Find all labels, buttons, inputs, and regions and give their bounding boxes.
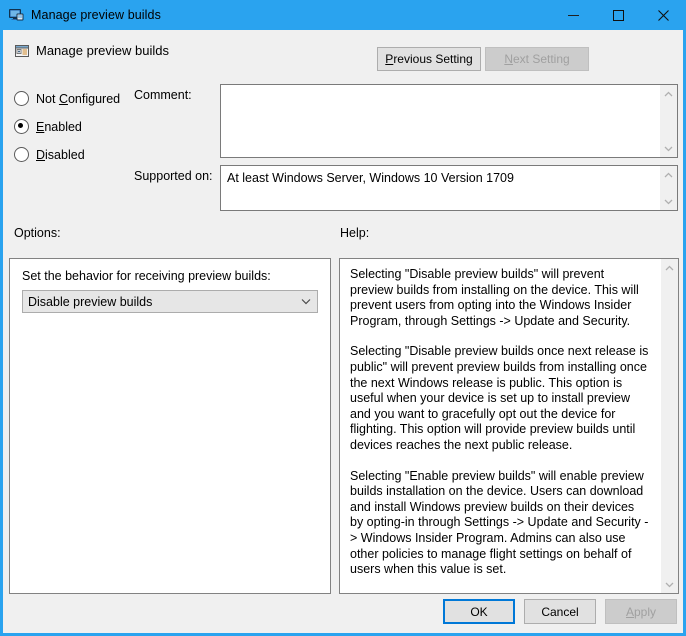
comment-scrollbar[interactable] (659, 85, 677, 157)
previous-setting-button[interactable]: Previous Setting (377, 47, 481, 71)
comment-label: Comment: (134, 88, 192, 102)
ok-button[interactable]: OK (443, 599, 515, 624)
next-setting-button[interactable]: Next Setting (485, 47, 589, 71)
manage-preview-builds-dialog: Manage preview builds Manage preview bui… (0, 0, 686, 636)
behavior-dropdown-value: Disable preview builds (28, 294, 153, 309)
radio-enabled-indicator (14, 119, 29, 134)
maximize-button[interactable] (596, 0, 641, 30)
scroll-up-icon[interactable] (664, 85, 673, 102)
maximize-icon (613, 9, 624, 21)
cancel-button[interactable]: Cancel (524, 599, 596, 624)
options-panel: Set the behavior for receiving preview b… (9, 258, 331, 594)
radio-disabled-label: Disabled (36, 147, 85, 162)
supported-on-value: At least Windows Server, Windows 10 Vers… (227, 171, 514, 185)
close-button[interactable] (641, 0, 683, 30)
scroll-up-icon[interactable] (665, 259, 674, 276)
title-bar[interactable]: Manage preview builds (3, 0, 683, 30)
scroll-up-icon[interactable] (664, 166, 673, 183)
scroll-down-icon[interactable] (664, 193, 673, 210)
next-setting-label: Next Setting (504, 52, 570, 66)
help-scrollbar[interactable] (660, 259, 678, 593)
behavior-dropdown[interactable]: Disable preview builds (22, 290, 318, 313)
behavior-setting-label: Set the behavior for receiving preview b… (22, 269, 271, 283)
comment-value[interactable] (221, 85, 659, 157)
previous-setting-label: Previous Setting (385, 52, 473, 66)
scroll-down-icon[interactable] (664, 140, 673, 157)
radio-not-configured-indicator (14, 91, 29, 106)
help-label: Help: (340, 226, 370, 240)
policy-title: Manage preview builds (36, 43, 169, 58)
cancel-button-label: Cancel (541, 604, 579, 619)
caption-buttons (551, 0, 683, 30)
minimize-button[interactable] (551, 0, 596, 30)
help-paragraph: Selecting "Disable preview builds" will … (350, 267, 639, 328)
supported-on-scrollbar[interactable] (659, 166, 677, 210)
supported-on-textbox[interactable]: At least Windows Server, Windows 10 Vers… (220, 165, 678, 211)
comment-textbox[interactable] (220, 84, 678, 158)
apply-button-label: Apply (625, 604, 657, 619)
radio-not-configured-label: Not Configured (36, 91, 121, 106)
radio-enabled-label: Enabled (36, 119, 82, 134)
help-paragraph: Selecting "Disable preview builds once n… (350, 344, 649, 452)
radio-disabled-indicator (14, 147, 29, 162)
chevron-down-icon (301, 291, 311, 312)
radio-disabled[interactable]: Disabled (14, 147, 85, 162)
help-panel: Selecting "Disable preview builds" will … (339, 258, 679, 594)
window-title: Manage preview builds (31, 8, 161, 22)
options-label: Options: (14, 226, 61, 240)
help-text-body: Selecting "Disable preview builds" will … (340, 259, 660, 593)
close-icon (658, 9, 669, 21)
radio-enabled[interactable]: Enabled (14, 119, 82, 134)
ok-button-label: OK (470, 604, 488, 619)
scroll-down-icon[interactable] (665, 576, 674, 593)
apply-button[interactable]: Apply (605, 599, 677, 624)
radio-not-configured[interactable]: Not Configured (14, 91, 120, 106)
supported-on-label: Supported on: (134, 169, 213, 183)
minimize-icon (568, 14, 579, 16)
policy-setting-icon (14, 43, 30, 59)
computer-monitor-icon (8, 7, 24, 23)
help-paragraph: Selecting "Enable preview builds" will e… (350, 468, 649, 577)
